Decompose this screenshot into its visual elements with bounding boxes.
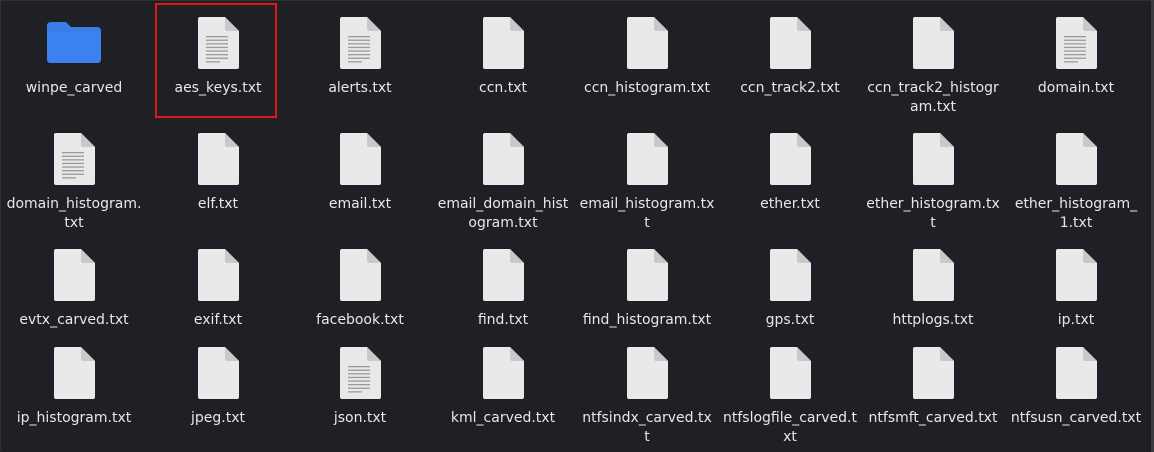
file-icon: [768, 132, 812, 190]
file-name-label: ccn_histogram.txt: [584, 80, 710, 96]
file-item[interactable]: exif.txt: [147, 232, 290, 332]
file-item[interactable]: ether_histogram.txt: [862, 116, 1005, 231]
file-name-label: facebook.txt: [316, 312, 404, 328]
file-name-label: ether_histogram.txt: [866, 196, 1000, 231]
file-item[interactable]: kml_carved.txt: [432, 330, 575, 430]
file-icon: [625, 248, 669, 306]
text-file-icon: [1054, 16, 1098, 74]
file-name-label: gps.txt: [765, 312, 815, 328]
text-file-icon: [52, 132, 96, 190]
file-icon: [768, 16, 812, 74]
file-item[interactable]: jpeg.txt: [147, 330, 290, 430]
file-icon: [52, 346, 96, 404]
file-item[interactable]: ccn.txt: [432, 0, 575, 100]
file-name-label: ip_histogram.txt: [16, 410, 132, 426]
text-file-icon: [338, 16, 382, 74]
file-name-label: json.txt: [333, 410, 387, 426]
file-name-label: elf.txt: [197, 196, 239, 212]
file-name-label: find.txt: [477, 312, 529, 328]
file-icon: [1054, 248, 1098, 306]
text-file-icon: [338, 346, 382, 404]
file-name-label: domain.txt: [1037, 80, 1115, 96]
file-item[interactable]: ntfsusn_carved.txt: [1005, 330, 1148, 430]
file-item[interactable]: elf.txt: [147, 116, 290, 216]
file-icon: [481, 346, 525, 404]
file-item[interactable]: ccn_histogram.txt: [576, 0, 719, 100]
file-name-label: aes_keys.txt: [174, 80, 262, 96]
file-name-label: ccn_track2_histogram.txt: [867, 80, 999, 115]
file-name-label: httplogs.txt: [892, 312, 974, 328]
file-item[interactable]: ntfsmft_carved.txt: [862, 330, 1005, 430]
file-name-label: ntfsusn_carved.txt: [1010, 410, 1142, 426]
file-name-label: evtx_carved.txt: [19, 312, 129, 328]
file-name-label: exif.txt: [193, 312, 243, 328]
file-name-label: ether_histogram_1.txt: [1014, 196, 1138, 231]
file-item[interactable]: email.txt: [289, 116, 432, 216]
file-icon: [481, 248, 525, 306]
folder-icon: [44, 18, 104, 68]
file-icon: [52, 248, 96, 306]
file-icon: [196, 346, 240, 404]
file-item[interactable]: ether.txt: [719, 116, 862, 216]
file-name-label: ntfslogfile_carved.txt: [722, 410, 857, 445]
file-icon: [911, 132, 955, 190]
file-item[interactable]: ip_histogram.txt: [3, 330, 146, 430]
file-icon: [196, 132, 240, 190]
file-name-label: ether.txt: [760, 196, 820, 212]
file-item[interactable]: domain.txt: [1005, 0, 1148, 100]
file-name-label: alerts.txt: [328, 80, 392, 96]
file-icon: [1054, 132, 1098, 190]
file-name-label: ccn.txt: [479, 80, 527, 96]
file-icon: [911, 16, 955, 74]
file-icon: [625, 346, 669, 404]
file-icon: [768, 346, 812, 404]
file-icon: [625, 132, 669, 190]
file-item[interactable]: facebook.txt: [289, 232, 432, 332]
text-file-icon: [196, 16, 240, 74]
file-icon: [196, 248, 240, 306]
file-item[interactable]: ether_histogram_1.txt: [1005, 116, 1148, 231]
file-item[interactable]: find_histogram.txt: [576, 232, 719, 332]
file-item[interactable]: ccn_track2.txt: [719, 0, 862, 100]
file-name-label: domain_histogram.txt: [6, 196, 142, 231]
file-icon: [768, 248, 812, 306]
file-icon: [1054, 346, 1098, 404]
file-item[interactable]: json.txt: [289, 330, 432, 430]
file-item[interactable]: gps.txt: [719, 232, 862, 332]
file-item[interactable]: ntfsindx_carved.txt: [576, 330, 719, 445]
file-name-label: ntfsmft_carved.txt: [868, 410, 998, 426]
file-name-label: email_histogram.txt: [579, 196, 715, 231]
file-icon: [338, 248, 382, 306]
file-item[interactable]: winpe_carved: [3, 0, 146, 100]
file-name-label: ip.txt: [1057, 312, 1095, 328]
file-icon: [481, 16, 525, 74]
file-name-label: winpe_carved: [25, 80, 123, 96]
file-name-label: jpeg.txt: [191, 410, 245, 426]
file-item[interactable]: ccn_track2_histogram.txt: [862, 0, 1005, 115]
file-name-label: ntfsindx_carved.txt: [582, 410, 712, 445]
file-icon: [338, 132, 382, 190]
file-icon: [625, 16, 669, 74]
file-name-label: email.txt: [328, 196, 392, 212]
file-item[interactable]: ntfslogfile_carved.txt: [719, 330, 862, 445]
file-item[interactable]: find.txt: [432, 232, 575, 332]
file-item[interactable]: domain_histogram.txt: [3, 116, 146, 231]
file-name-label: kml_carved.txt: [450, 410, 556, 426]
file-icon: [911, 248, 955, 306]
file-icon: [911, 346, 955, 404]
file-name-label: find_histogram.txt: [582, 312, 712, 328]
file-item[interactable]: aes_keys.txt: [147, 0, 290, 100]
file-name-label: ccn_track2.txt: [740, 80, 840, 96]
file-name-label: email_domain_histogram.txt: [437, 196, 569, 231]
file-item[interactable]: ip.txt: [1005, 232, 1148, 332]
file-item[interactable]: email_domain_histogram.txt: [432, 116, 575, 231]
file-item[interactable]: alerts.txt: [289, 0, 432, 100]
file-icon: [481, 132, 525, 190]
file-item[interactable]: email_histogram.txt: [576, 116, 719, 231]
file-item[interactable]: evtx_carved.txt: [3, 232, 146, 332]
file-item[interactable]: httplogs.txt: [862, 232, 1005, 332]
